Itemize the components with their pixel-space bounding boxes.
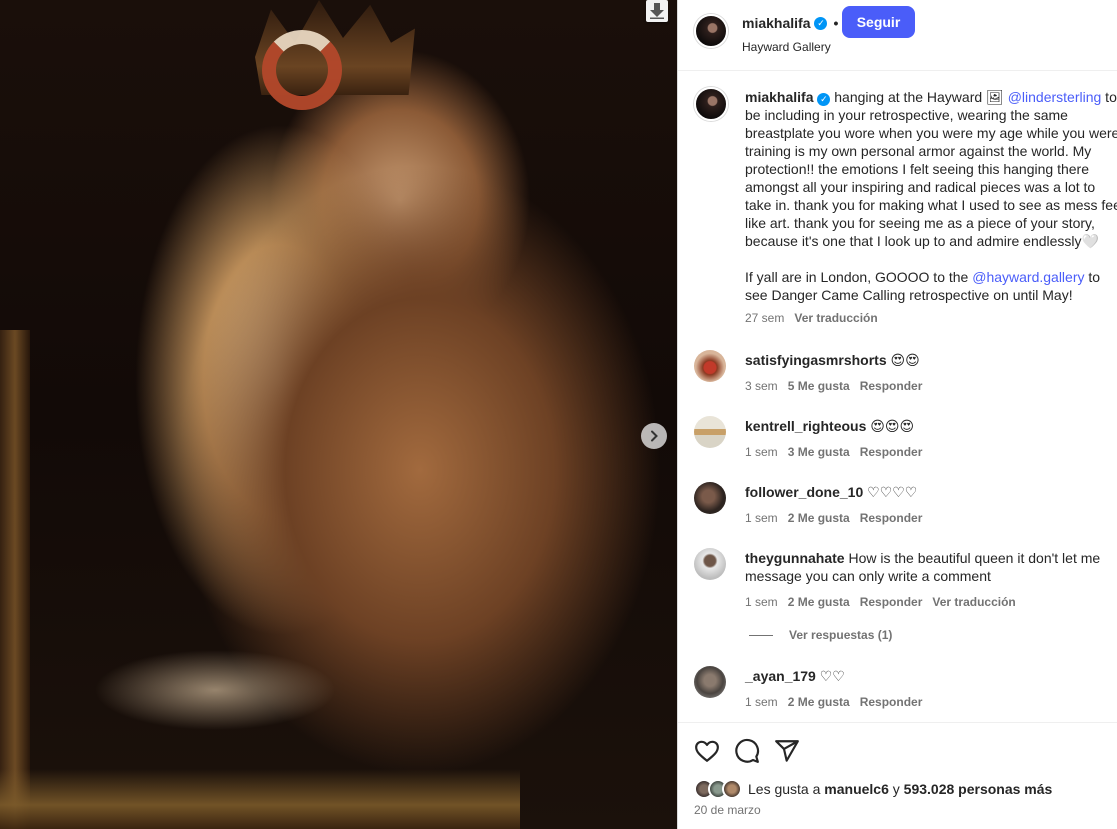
comments-section[interactable]: miakhalifa ✓ hanging at the Hayward 🖼 @l…: [678, 72, 1117, 722]
likes-count-link[interactable]: 593.028 personas más: [904, 781, 1053, 797]
timestamp[interactable]: 1 sem: [745, 693, 778, 711]
comment-username[interactable]: theygunnahate: [745, 550, 845, 566]
mirror-frame-left: [0, 330, 30, 829]
next-image-button[interactable]: [641, 423, 667, 449]
comment-username[interactable]: kentrell_righteous: [745, 418, 866, 434]
likes-middle: y: [888, 781, 904, 797]
avatar[interactable]: [694, 666, 726, 698]
comment-meta: 1 sem 2 Me gusta Responder Ver traducció…: [745, 593, 1117, 611]
reply-button[interactable]: Responder: [860, 443, 923, 461]
download-icon[interactable]: [646, 0, 668, 22]
mention-link[interactable]: @hayward.gallery: [972, 269, 1084, 285]
likes-summary: Les gusta a manuelc6 y 593.028 personas …: [694, 779, 1052, 799]
caption-username[interactable]: miakhalifa: [745, 89, 813, 105]
caption-avatar[interactable]: [694, 87, 728, 121]
likes-prefix: Les gusta a: [748, 781, 825, 797]
avatar[interactable]: [694, 548, 726, 580]
avatar[interactable]: [694, 14, 728, 48]
likes-count[interactable]: 2 Me gusta: [788, 509, 850, 527]
follow-button[interactable]: Seguir: [842, 6, 915, 38]
likes-count[interactable]: 2 Me gusta: [788, 693, 850, 711]
caption-text: to be including in your retrospective, w…: [745, 89, 1117, 249]
heart-icon[interactable]: [694, 738, 720, 764]
liker-username[interactable]: manuelc6: [824, 781, 889, 797]
comment-text: 😍😍😍: [870, 418, 915, 434]
avatar[interactable]: [694, 482, 726, 514]
reply-button[interactable]: Responder: [860, 693, 923, 711]
caption-text: hanging at the Hayward 🖼: [834, 89, 1008, 105]
comment-icon[interactable]: [734, 738, 760, 764]
comment-text: ♡♡: [819, 668, 845, 684]
post-image[interactable]: [0, 0, 677, 829]
likes-count[interactable]: 5 Me gusta: [788, 377, 850, 395]
liker-avatar[interactable]: [722, 779, 742, 799]
action-bar: Les gusta a manuelc6 y 593.028 personas …: [678, 722, 1117, 829]
share-icon[interactable]: [774, 738, 800, 764]
avatar[interactable]: [694, 350, 726, 382]
comment-meta: 1 sem 2 Me gusta Responder: [745, 693, 1117, 711]
comment-meta: 1 sem 2 Me gusta Responder: [745, 509, 1117, 527]
comment-username[interactable]: satisfyingasmrshorts: [745, 352, 887, 368]
replies-divider: [749, 634, 773, 636]
mirror-frame-bottom: [0, 769, 520, 829]
comment-text: ♡♡♡♡: [867, 484, 918, 500]
translate-button[interactable]: Ver traducción: [794, 311, 877, 325]
view-replies-label: Ver respuestas (1): [789, 628, 893, 642]
reply-button[interactable]: Responder: [860, 593, 923, 611]
post-panel: miakhalifa ✓ • Seguir Hayward Gallery mi…: [677, 0, 1117, 829]
location-link[interactable]: Hayward Gallery: [742, 40, 831, 54]
caption-text: If yall are in London, GOOOO to the: [745, 269, 973, 285]
author-username[interactable]: miakhalifa: [742, 15, 810, 31]
view-replies-button[interactable]: Ver respuestas (1): [749, 628, 892, 642]
comment-username[interactable]: follower_done_10: [745, 484, 863, 500]
separator: •: [833, 15, 839, 31]
reply-button[interactable]: Responder: [860, 509, 923, 527]
verified-icon: ✓: [817, 93, 831, 106]
timestamp[interactable]: 3 sem: [745, 377, 778, 395]
post-date[interactable]: 20 de marzo: [694, 803, 761, 817]
timestamp[interactable]: 1 sem: [745, 443, 778, 461]
timestamp[interactable]: 27 sem: [745, 311, 784, 325]
timestamp[interactable]: 1 sem: [745, 509, 778, 527]
post-header: miakhalifa ✓ • Seguir Hayward Gallery: [678, 0, 1117, 71]
caption: miakhalifa ✓ hanging at the Hayward 🖼 @l…: [745, 88, 1117, 304]
comment-meta: 1 sem 3 Me gusta Responder: [745, 443, 1117, 461]
caption-meta: 27 sem Ver traducción: [745, 311, 878, 325]
reply-button[interactable]: Responder: [860, 377, 923, 395]
translate-button[interactable]: Ver traducción: [932, 593, 1015, 611]
comment-username[interactable]: _ayan_179: [745, 668, 816, 684]
timestamp[interactable]: 1 sem: [745, 593, 778, 611]
author: miakhalifa ✓ •: [742, 15, 838, 31]
mention-link[interactable]: @lindersterling: [1008, 89, 1102, 105]
verified-icon: ✓: [814, 16, 828, 30]
comment-text: 😍😍: [890, 352, 920, 368]
likes-count[interactable]: 2 Me gusta: [788, 593, 850, 611]
chevron-right-icon: [651, 430, 658, 442]
likes-count[interactable]: 3 Me gusta: [788, 443, 850, 461]
avatar[interactable]: [694, 416, 726, 448]
comment-meta: 3 sem 5 Me gusta Responder: [745, 377, 1117, 395]
snake: [262, 30, 342, 110]
